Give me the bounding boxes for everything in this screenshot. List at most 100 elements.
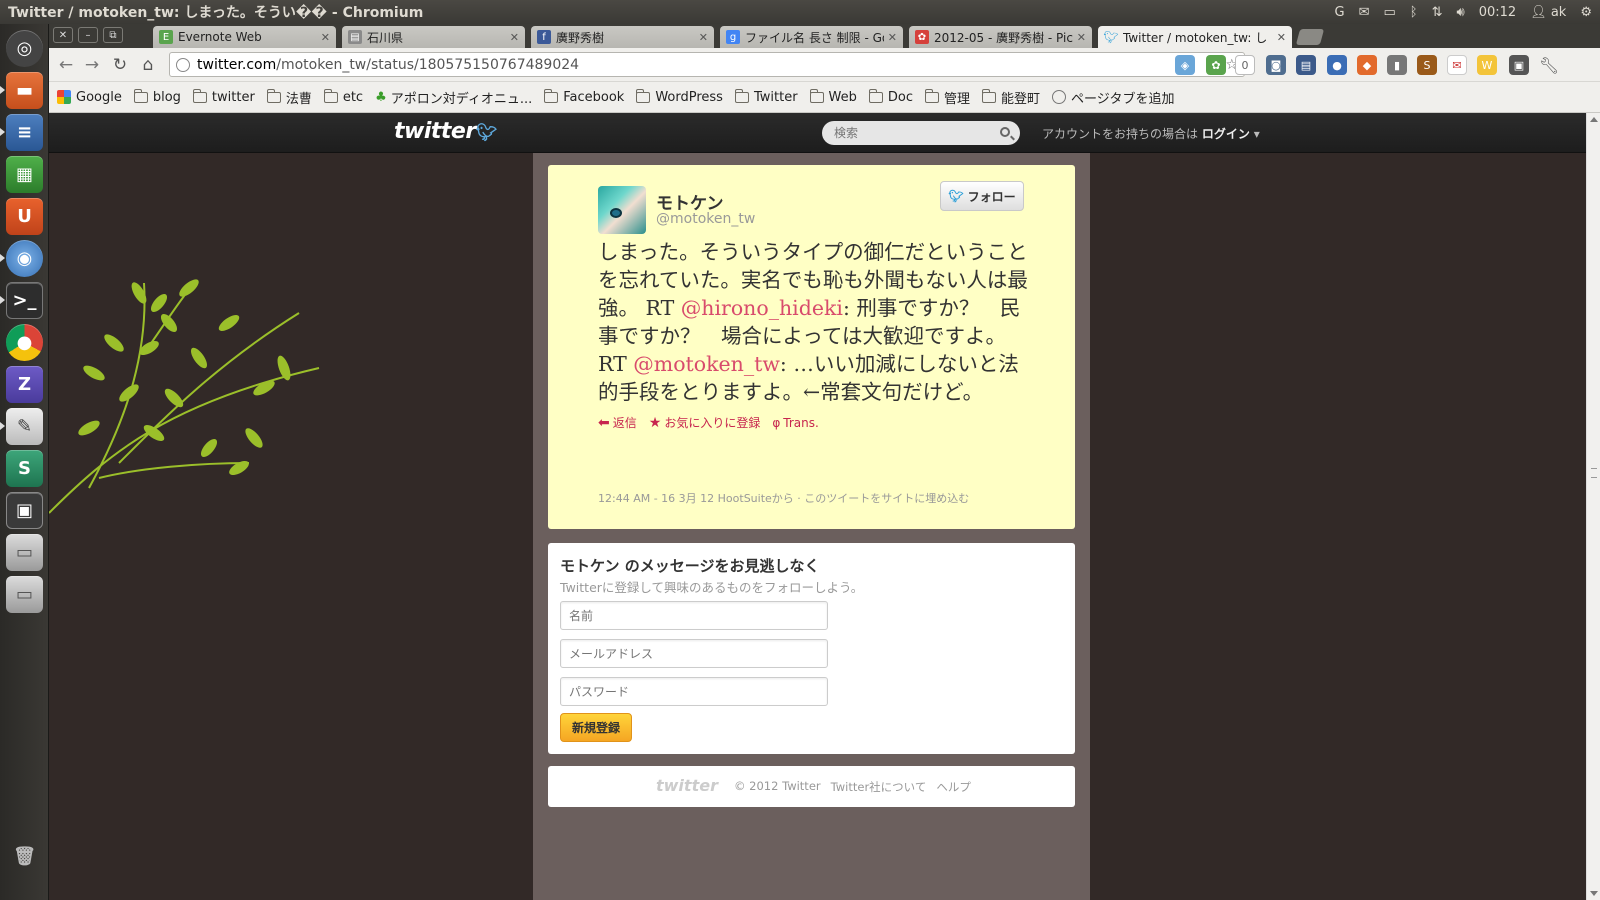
mention-link[interactable]: @hirono_hideki [681,296,843,320]
bookmark-folder-wordpress[interactable]: WordPress [636,88,723,105]
mail-icon[interactable]: ✉ [1359,5,1370,20]
scribes-icon[interactable]: S [6,450,43,487]
extension-icon[interactable]: S [1417,55,1437,75]
chrome-icon[interactable]: ● [6,324,43,361]
drive-icon[interactable]: ▭ [6,534,43,571]
folder-icon [133,88,148,103]
tab-evernote[interactable]: E Evernote Web ✕ [153,26,336,48]
close-icon[interactable]: ✕ [321,31,330,44]
extension-icon[interactable]: ◈ [1175,55,1195,75]
signup-button[interactable]: 新規登録 [560,713,632,742]
tab-ishikawa[interactable]: ▤ 石川県 ✕ [342,26,525,48]
dash-home-icon[interactable]: ◎ [6,30,43,67]
files-icon[interactable]: ▬ [6,72,43,109]
name-field[interactable] [560,601,828,630]
bookmark-folder-kanri[interactable]: 管理 [925,88,970,107]
tweet-meta[interactable]: 12:44 AM - 16 3月 12 HootSuiteから · このツイート… [598,490,969,506]
tab-google-search[interactable]: g ファイル名 長さ 制限 - Goog ✕ [720,26,903,48]
tab-facebook[interactable]: f 廣野秀樹 ✕ [531,26,714,48]
follow-button[interactable]: 🐦︎ フォロー [940,181,1024,211]
extension-icon[interactable]: ✉ [1447,55,1467,75]
vertical-scrollbar[interactable] [1586,113,1600,900]
password-field[interactable] [560,677,828,706]
bookmark-folder-twitter[interactable]: twitter [192,88,255,105]
bookmark-folder-doc[interactable]: Doc [868,88,913,105]
wrench-icon[interactable]: 🔧︎ [1539,55,1559,75]
close-window-button[interactable]: ✕ [53,27,73,43]
bookmark-add-page-tab[interactable]: ページタブを追加 [1052,88,1175,107]
bookmark-folder-twitter-2[interactable]: Twitter [734,88,798,105]
favorite-button[interactable]: ★ お気に入りに登録 [649,414,761,431]
reply-button[interactable]: ⬅ 返信 [598,414,637,431]
bluetooth-icon[interactable]: ᛒ [1410,5,1418,20]
calc-icon[interactable]: ▦ [6,156,43,193]
close-icon[interactable]: ✕ [888,31,897,44]
bookmark-apollon[interactable]: ♣ アポロン対ディオニュ... [375,88,532,107]
tab-twitter[interactable]: 🐦︎ Twitter / motoken_tw: し ✕ [1098,26,1292,48]
trash-icon[interactable]: 🗑︎ [6,838,43,875]
scroll-down-icon[interactable] [1590,891,1598,896]
extension-icon[interactable]: ▤ [1296,55,1316,75]
extension-icon[interactable]: ▣ [1509,55,1529,75]
terminal-icon[interactable]: >_ [6,282,43,319]
network-icon[interactable]: ⇅ [1432,5,1443,20]
home-icon[interactable]: ⌂ [137,55,159,75]
clock[interactable]: 00:12 [1479,5,1516,20]
help-link[interactable]: ヘルプ [936,779,971,795]
extension-icon[interactable]: ✿ [1206,55,1226,75]
screen-name[interactable]: @motoken_tw [656,211,755,227]
google-indicator-icon[interactable]: G [1335,5,1345,20]
extension-icon[interactable]: ◆ [1357,55,1377,75]
reload-icon[interactable]: ↻ [109,55,131,75]
about-link[interactable]: Twitter社について [831,779,927,795]
writer-icon[interactable]: ≡ [6,114,43,151]
drive-icon[interactable]: ▭ [6,576,43,613]
extension-icon[interactable]: ▮ [1387,55,1407,75]
address-bar[interactable]: twitter.com/motoken_tw/status/1805751507… [169,52,1245,77]
forward-icon[interactable]: → [81,55,103,75]
twitter-bird-icon: 🐦︎ [948,189,964,203]
battery-icon[interactable]: ▭ [1384,5,1396,20]
bookmark-label: Facebook [563,89,625,105]
close-icon[interactable]: ✕ [1277,31,1286,44]
bookmark-folder-housou[interactable]: 法曹 [266,88,312,107]
bookmark-google[interactable]: Google [57,90,122,105]
chevron-down-icon[interactable]: ▾ [1254,127,1260,141]
back-icon[interactable]: ← [55,55,77,75]
mention-link[interactable]: @motoken_tw [633,352,780,376]
camera-icon[interactable]: ◙ [1266,55,1286,75]
login-link[interactable]: ログイン [1202,127,1250,141]
software-center-icon[interactable]: U [6,198,43,235]
bookmark-folder-noto[interactable]: 能登町 [982,88,1040,107]
power-gear-icon[interactable]: ⚙ [1580,5,1592,20]
user-menu[interactable]: 👤︎ ak [1530,5,1566,20]
scroll-thumb[interactable] [1591,468,1597,478]
zim-icon[interactable]: Z [6,366,43,403]
scroll-up-icon[interactable] [1590,117,1598,122]
extension-icon[interactable]: ● [1327,55,1347,75]
new-tab-button[interactable] [1295,29,1325,45]
bookmark-folder-blog[interactable]: blog [133,88,181,105]
text-editor-icon[interactable]: ✎ [6,408,43,445]
volume-icon[interactable]: 🔊︎ [1457,5,1465,20]
bookmark-folder-web[interactable]: Web [809,88,857,105]
close-icon[interactable]: ✕ [510,31,519,44]
footer-card: twitter © 2012 Twitter Twitter社について ヘルプ [548,766,1075,807]
close-icon[interactable]: ✕ [699,31,708,44]
minimize-window-button[interactable]: – [78,27,98,43]
email-field[interactable] [560,639,828,668]
chromium-icon[interactable]: ◉ [6,240,43,277]
extension-icon[interactable]: W [1477,55,1497,75]
avatar[interactable] [598,186,646,234]
bookmark-folder-facebook[interactable]: Facebook [544,88,625,105]
bookmark-folder-etc[interactable]: etc [323,88,363,105]
translate-button[interactable]: φ Trans. [772,416,818,430]
twitter-logo[interactable]: twitter🐦︎ [394,119,497,144]
tab-picasa[interactable]: ✿ 2012-05 - 廣野秀樹 - Picas ✕ [909,26,1092,48]
extension-counter-icon[interactable]: 0 [1235,55,1255,75]
search-input[interactable] [834,126,994,140]
workspace-switcher-icon[interactable]: ▣ [6,492,43,529]
search-icon[interactable] [1000,127,1010,137]
close-icon[interactable]: ✕ [1077,31,1086,44]
maximize-window-button[interactable]: ⧉ [103,27,123,43]
